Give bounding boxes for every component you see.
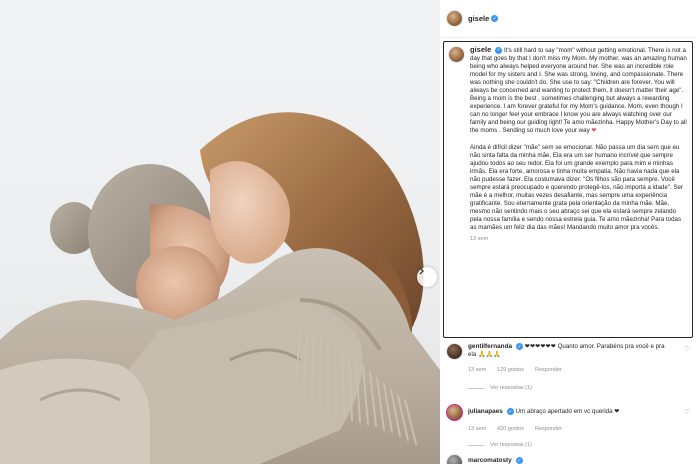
comment-text: Um abraço apertado em vc querida ❤ bbox=[515, 408, 620, 416]
verified-badge-icon: ✓ bbox=[515, 457, 523, 464]
heart-emoji-icon: ❤ bbox=[591, 127, 597, 135]
comment-likes[interactable]: 420 gostos bbox=[497, 426, 524, 432]
caption-text: gisele ✓ It's still hard to say "mom" wit… bbox=[470, 45, 687, 240]
caption-portuguese: Ainda é difícil dizer "mãe" sem se emoci… bbox=[470, 143, 684, 231]
view-replies-label: Ver respostas (1) bbox=[490, 442, 532, 448]
comment-likes[interactable]: 129 gostos bbox=[497, 367, 524, 373]
comment-item: marcomatosty ✓ bbox=[446, 454, 692, 464]
heart-outline-icon[interactable]: ♡ bbox=[684, 345, 690, 353]
comment-time: 13 sem bbox=[468, 426, 487, 432]
commenter-username[interactable]: marcomatosty bbox=[468, 457, 512, 464]
replies-divider bbox=[468, 444, 484, 446]
post-header: gisele ✓ bbox=[440, 0, 696, 38]
verified-badge-icon: ✓ bbox=[516, 343, 524, 350]
view-replies-button[interactable]: Ver respostas (1) bbox=[468, 442, 692, 448]
heart-outline-icon[interactable]: ♡ bbox=[684, 408, 690, 416]
photo-illustration bbox=[0, 112, 440, 464]
next-photo-button[interactable] bbox=[417, 267, 437, 287]
verified-badge-icon: ✓ bbox=[495, 46, 503, 54]
commenter-avatar[interactable] bbox=[446, 454, 463, 464]
commenter-username[interactable]: julianapaes bbox=[468, 408, 503, 415]
caption-author-username[interactable]: gisele bbox=[470, 45, 491, 54]
commenter-username[interactable]: gentilfernanda bbox=[468, 343, 512, 350]
view-replies-label: Ver respostas (1) bbox=[490, 385, 532, 391]
caption: gisele ✓ It's still hard to say "mom" wit… bbox=[443, 41, 693, 338]
post-side-panel: gisele ✓ gisele ✓ It's still hard to say … bbox=[440, 0, 696, 464]
view-replies-button[interactable]: Ver respostas (1) bbox=[468, 385, 692, 391]
replies-divider bbox=[468, 387, 484, 389]
post-photo bbox=[0, 0, 440, 464]
commenter-avatar[interactable] bbox=[446, 343, 463, 360]
commenter-avatar[interactable] bbox=[446, 404, 463, 421]
chevron-right-icon bbox=[419, 267, 424, 275]
caption-author-avatar[interactable] bbox=[448, 46, 465, 63]
caption-english: It's still hard to say "mom" without get… bbox=[470, 47, 687, 135]
comment-item: julianapaes ✓ Um abraço apertado em vc qu… bbox=[446, 404, 692, 448]
verified-badge-icon: ✓ bbox=[506, 408, 514, 415]
reply-button[interactable]: Responder bbox=[535, 426, 562, 432]
comment-time: 13 sem bbox=[468, 367, 487, 373]
verified-badge-icon: ✓ bbox=[491, 15, 499, 22]
author-avatar[interactable] bbox=[446, 10, 463, 27]
reply-button[interactable]: Responder bbox=[535, 367, 562, 373]
author-username[interactable]: gisele bbox=[468, 14, 489, 23]
comment-item: gentilfernanda ✓ ❤❤❤❤❤❤ Quanto amor. Para… bbox=[446, 343, 692, 391]
